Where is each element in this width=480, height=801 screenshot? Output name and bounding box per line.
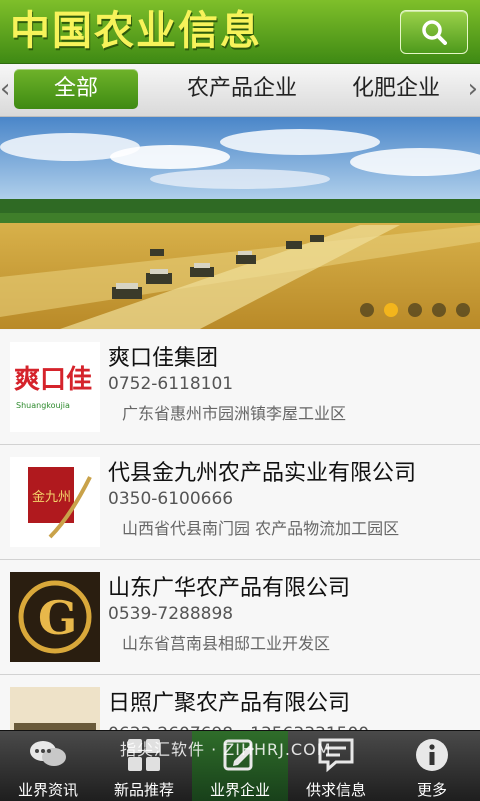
company-phone: 0539-7288898	[108, 604, 234, 624]
category-tabs: ‹ 全部 农产品企业 化肥企业 ›	[0, 64, 480, 117]
carousel-dot[interactable]	[432, 303, 446, 317]
carousel-dot[interactable]	[456, 303, 470, 317]
tab-fertilizer[interactable]: 化肥企业	[338, 69, 454, 109]
company-item[interactable]: G 山东广华农产品有限公司 0539-7288898 山东省莒南县相邸工业开发区	[0, 560, 480, 675]
app-header: 中国农业信息	[0, 0, 480, 64]
company-address: 广东省惠州市园洲镇李屋工业区	[122, 404, 347, 423]
nav-label: 业界企业	[209, 781, 270, 799]
company-item[interactable]: 金九州 代县金九州农产品实业有限公司 0350-6100666 山西省代县南门园…	[0, 445, 480, 560]
nav-label: 供求信息	[305, 781, 366, 799]
carousel-indicators	[360, 303, 470, 317]
company-logo: 爽口佳 Shuangkoujia	[10, 342, 100, 432]
chat-bubbles-icon	[30, 741, 66, 766]
app-title: 中国农业信息	[10, 7, 262, 54]
company-logo: 金九州	[10, 457, 100, 547]
company-item[interactable]: 爽口佳 Shuangkoujia 爽口佳集团 0752-6118101 广东省惠…	[0, 330, 480, 445]
tabs-left-arrow-icon[interactable]: ‹	[0, 74, 10, 104]
logo-text: 金九州	[32, 489, 71, 505]
logo-sub-text: Shuangkoujia	[16, 401, 70, 410]
nav-industry-news[interactable]: 业界资讯	[0, 731, 96, 801]
carousel-dot[interactable]	[408, 303, 422, 317]
company-logo: G	[10, 572, 100, 662]
search-icon	[422, 20, 447, 45]
nav-label: 新品推荐	[113, 781, 174, 799]
carousel-dot-active[interactable]	[384, 303, 398, 317]
watermark: 指尖汇软件 · ZIHHRJ.COM	[120, 740, 332, 759]
nav-label: 业界资讯	[17, 781, 78, 799]
company-list: 爽口佳 Shuangkoujia 爽口佳集团 0752-6118101 广东省惠…	[0, 330, 480, 730]
nav-more[interactable]: 更多	[384, 731, 480, 801]
company-phone: 0633-2607698、13563331500	[108, 719, 369, 730]
company-name: 日照广聚农产品有限公司	[108, 691, 351, 716]
tabs-right-arrow-icon[interactable]: ›	[468, 74, 478, 104]
search-button[interactable]	[400, 10, 468, 54]
company-address: 山西省代县南门园 农产品物流加工园区	[122, 519, 400, 538]
company-phone: 0752-6118101	[108, 374, 234, 394]
banner-image	[0, 117, 480, 329]
company-address: 山东省莒南县相邸工业开发区	[122, 634, 331, 653]
carousel-dot[interactable]	[360, 303, 374, 317]
logo-text: G	[38, 591, 77, 645]
banner-carousel[interactable]	[0, 117, 480, 329]
company-name: 山东广华农产品有限公司	[108, 576, 351, 601]
logo-text: 爽口佳	[14, 365, 92, 395]
company-logo	[10, 687, 100, 730]
company-name: 代县金九州农产品实业有限公司	[108, 461, 417, 486]
company-item[interactable]: 日照广聚农产品有限公司 0633-2607698、13563331500	[0, 675, 480, 730]
nav-label: 更多	[416, 781, 447, 799]
tab-all[interactable]: 全部	[14, 69, 138, 109]
tab-agri-products[interactable]: 农产品企业	[170, 69, 314, 109]
company-name: 爽口佳集团	[108, 346, 219, 371]
company-phone: 0350-6100666	[108, 489, 234, 509]
info-icon	[416, 739, 448, 771]
